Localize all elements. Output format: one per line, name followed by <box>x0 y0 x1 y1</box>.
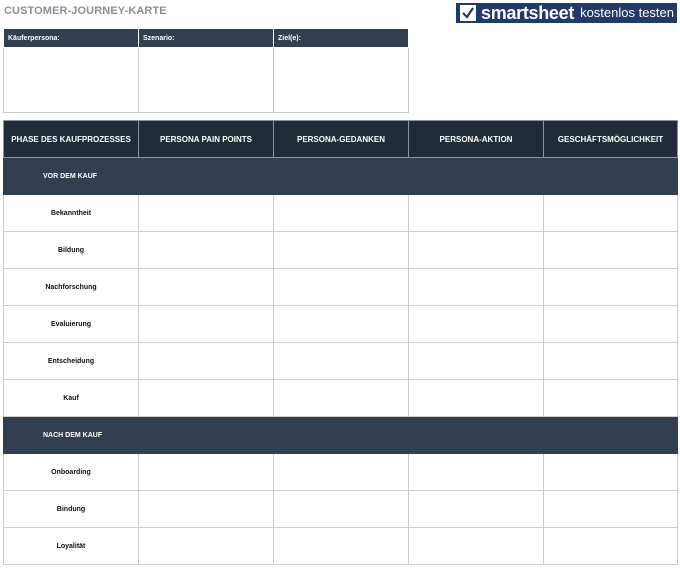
journey-table: PHASE DES KAUFPROZESSES PERSONA PAIN POI… <box>3 120 678 565</box>
buyer-persona-cell[interactable] <box>3 47 139 113</box>
action-cell[interactable] <box>408 379 544 417</box>
smartsheet-trial-banner[interactable]: smartsheet kostenlos testen <box>456 3 677 23</box>
action-cell[interactable] <box>408 342 544 380</box>
phase-label: Loyalität <box>3 527 139 565</box>
opportunity-cell[interactable] <box>543 194 678 232</box>
pain-points-cell[interactable] <box>138 268 274 306</box>
thoughts-cell[interactable] <box>273 231 409 269</box>
phase-header: PHASE DES KAUFPROZESSES <box>3 120 139 158</box>
table-row: Kauf <box>3 379 678 417</box>
opportunity-cell[interactable] <box>543 231 678 269</box>
action-cell[interactable] <box>408 490 544 528</box>
phase-label: Evaluierung <box>3 305 139 343</box>
table-row: Loyalität <box>3 527 678 565</box>
table-row: Bildung <box>3 231 678 269</box>
opportunity-cell[interactable] <box>543 527 678 565</box>
goals-cell[interactable] <box>273 47 409 113</box>
buyer-persona-header: Käuferpersona: <box>3 28 139 48</box>
pain-points-cell[interactable] <box>138 305 274 343</box>
phase-label: Nachforschung <box>3 268 139 306</box>
section-label: VOR DEM KAUF <box>3 157 678 195</box>
opportunity-header: GESCHÄFTSMÖGLICHKEIT <box>543 120 678 158</box>
page-title: CUSTOMER-JOURNEY-KARTE <box>4 5 167 17</box>
pain-points-cell[interactable] <box>138 231 274 269</box>
pain-points-cell[interactable] <box>138 379 274 417</box>
phase-label: Bindung <box>3 490 139 528</box>
pain-points-cell[interactable] <box>138 453 274 491</box>
scenario-cell[interactable] <box>138 47 274 113</box>
journey-header-row: PHASE DES KAUFPROZESSES PERSONA PAIN POI… <box>3 120 678 158</box>
thoughts-cell[interactable] <box>273 453 409 491</box>
section-row: VOR DEM KAUF <box>3 157 678 195</box>
action-cell[interactable] <box>408 453 544 491</box>
opportunity-cell[interactable] <box>543 342 678 380</box>
pain-points-cell[interactable] <box>138 527 274 565</box>
table-row: Bindung <box>3 490 678 528</box>
action-cell[interactable] <box>408 194 544 232</box>
thoughts-cell[interactable] <box>273 268 409 306</box>
pain-points-cell[interactable] <box>138 194 274 232</box>
opportunity-cell[interactable] <box>543 490 678 528</box>
opportunity-cell[interactable] <box>543 379 678 417</box>
opportunity-cell[interactable] <box>543 268 678 306</box>
table-row: Nachforschung <box>3 268 678 306</box>
thoughts-cell[interactable] <box>273 194 409 232</box>
table-row: Evaluierung <box>3 305 678 343</box>
phase-label: Onboarding <box>3 453 139 491</box>
check-icon <box>460 5 476 21</box>
section-label: NACH DEM KAUF <box>3 416 678 454</box>
pain-points-cell[interactable] <box>138 342 274 380</box>
brand-name: smartsheet <box>481 3 575 23</box>
action-cell[interactable] <box>408 268 544 306</box>
persona-info-table: Käuferpersona: Szenario: Ziel(e): <box>3 28 409 113</box>
action-cell[interactable] <box>408 527 544 565</box>
phase-label: Bekanntheit <box>3 194 139 232</box>
table-row: Entscheidung <box>3 342 678 380</box>
phase-label: Kauf <box>3 379 139 417</box>
phase-label: Entscheidung <box>3 342 139 380</box>
thoughts-cell[interactable] <box>273 490 409 528</box>
pain-points-header: PERSONA PAIN POINTS <box>138 120 274 158</box>
action-cell[interactable] <box>408 305 544 343</box>
thoughts-cell[interactable] <box>273 527 409 565</box>
thoughts-cell[interactable] <box>273 342 409 380</box>
pain-points-cell[interactable] <box>138 490 274 528</box>
opportunity-cell[interactable] <box>543 305 678 343</box>
goals-header: Ziel(e): <box>273 28 409 48</box>
section-row: NACH DEM KAUF <box>3 416 678 454</box>
table-row: Onboarding <box>3 453 678 491</box>
opportunity-cell[interactable] <box>543 453 678 491</box>
table-row: Bekanntheit <box>3 194 678 232</box>
trial-link[interactable]: kostenlos testen <box>580 3 674 23</box>
action-cell[interactable] <box>408 231 544 269</box>
scenario-header: Szenario: <box>138 28 274 48</box>
phase-label: Bildung <box>3 231 139 269</box>
thoughts-cell[interactable] <box>273 379 409 417</box>
thoughts-cell[interactable] <box>273 305 409 343</box>
action-header: PERSONA-AKTION <box>408 120 544 158</box>
thoughts-header: PERSONA-GEDANKEN <box>273 120 409 158</box>
